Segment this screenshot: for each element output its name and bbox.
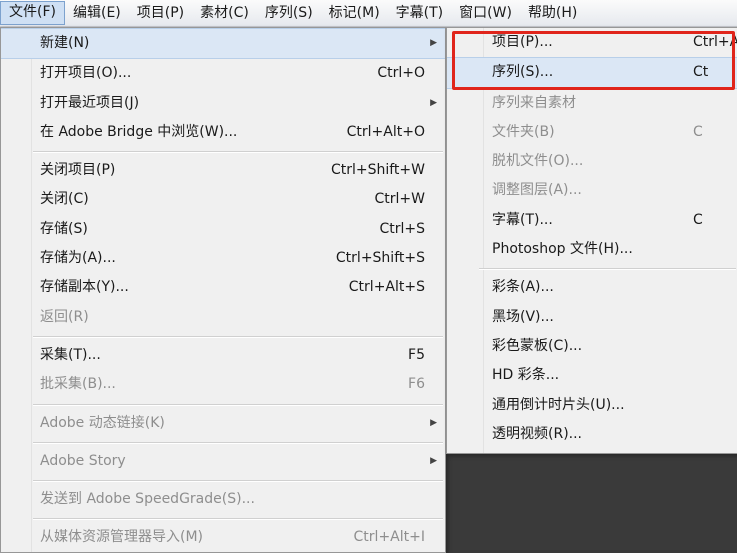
menu-separator: [1, 332, 445, 341]
menu-item-label: Adobe Story: [40, 452, 126, 469]
menu-item-close[interactable]: 关闭(C) Ctrl+W: [1, 185, 445, 214]
new-submenu: 项目(P)... Ctrl+A 序列(S)... Ct 序列来自素材 文件夹(B…: [446, 27, 737, 454]
submenu-arrow-icon: ▶: [430, 417, 437, 428]
menu-item-label: 采集(T)...: [40, 346, 101, 363]
submenu-arrow-icon: ▶: [430, 38, 437, 48]
menu-marker[interactable]: 标记(M): [321, 2, 388, 24]
menu-item-batch-capture: 批采集(B)... F6: [1, 370, 445, 399]
menu-item-open-recent[interactable]: 打开最近项目(J) ▶: [1, 89, 445, 118]
menu-separator: [1, 400, 445, 409]
highlight-annotation-box: [452, 31, 735, 90]
menu-item-shortcut: Ctrl+Alt+I: [353, 529, 425, 546]
menu-file[interactable]: 文件(F): [0, 1, 65, 25]
menu-item-label: 黑场(V)...: [492, 308, 554, 325]
menu-separator: [1, 476, 445, 485]
menu-item-label: Photoshop 文件(H)...: [492, 241, 633, 258]
menu-item-label: 调整图层(A)...: [492, 182, 582, 199]
submenu-item-title[interactable]: 字幕(T)... C: [447, 206, 737, 235]
menu-separator: [1, 147, 445, 156]
menu-item-label: 发送到 Adobe SpeedGrade(S)...: [40, 491, 255, 508]
menu-title[interactable]: 字幕(T): [388, 2, 451, 24]
file-menu: 新建(N) ▶ 打开项目(O)... Ctrl+O 打开最近项目(J) ▶ 在 …: [0, 27, 446, 553]
menu-item-shortcut: F5: [408, 346, 425, 363]
menu-item-shortcut: Ctrl+Alt+O: [346, 123, 425, 140]
submenu-item-hd-bars[interactable]: HD 彩条...: [447, 361, 737, 390]
menu-item-label: 返回(R): [40, 308, 89, 325]
menu-item-label: 透明视频(R)...: [492, 425, 583, 442]
menu-item-label: 文件夹(B): [492, 123, 555, 140]
menu-item-label: 新建(N): [40, 35, 90, 51]
submenu-item-color-matte[interactable]: 彩色蒙板(C)...: [447, 332, 737, 361]
menu-separator: [1, 438, 445, 447]
menu-edit[interactable]: 编辑(E): [65, 2, 129, 24]
menu-item-label: 在 Adobe Bridge 中浏览(W)...: [40, 123, 238, 140]
menu-item-shortcut: Ctrl+O: [377, 65, 425, 82]
submenu-item-black-video[interactable]: 黑场(V)...: [447, 303, 737, 332]
menu-item-shortcut: Ctrl+W: [374, 191, 425, 208]
menu-item-label: 打开最近项目(J): [40, 94, 140, 111]
submenu-item-countdown-leader[interactable]: 通用倒计时片头(U)...: [447, 391, 737, 420]
submenu-item-photoshop-file[interactable]: Photoshop 文件(H)...: [447, 235, 737, 264]
menu-item-open-project[interactable]: 打开项目(O)... Ctrl+O: [1, 59, 445, 88]
menu-item-label: 脱机文件(O)...: [492, 153, 584, 170]
submenu-item-bars-tone[interactable]: 彩条(A)...: [447, 273, 737, 302]
menu-item-label: 存储(S): [40, 220, 88, 237]
menu-item-send-speedgrade: 发送到 Adobe SpeedGrade(S)...: [1, 485, 445, 514]
menu-item-label: 关闭项目(P): [40, 162, 116, 179]
menu-item-shortcut: C: [693, 211, 703, 228]
menu-separator: [447, 264, 737, 273]
menu-window[interactable]: 窗口(W): [451, 2, 520, 24]
menu-item-shortcut: Ctrl+Shift+W: [330, 162, 425, 179]
menu-item-shortcut: Ctrl+S: [379, 220, 425, 237]
menu-help[interactable]: 帮助(H): [520, 2, 585, 24]
menu-item-shortcut: Ctrl+Alt+S: [348, 279, 425, 296]
menu-item-revert: 返回(R): [1, 303, 445, 332]
menu-item-browse-bridge[interactable]: 在 Adobe Bridge 中浏览(W)... Ctrl+Alt+O: [1, 118, 445, 147]
menu-item-label: 存储副本(Y)...: [40, 279, 129, 296]
menu-item-label: HD 彩条...: [492, 367, 560, 384]
menu-item-dynamic-link: Adobe 动态链接(K) ▶: [1, 409, 445, 438]
menu-item-new[interactable]: 新建(N) ▶: [1, 28, 445, 60]
menu-item-label: 彩色蒙板(C)...: [492, 337, 583, 354]
menu-item-label: Adobe 动态链接(K): [40, 414, 165, 431]
submenu-item-transparent-video[interactable]: 透明视频(R)...: [447, 420, 737, 449]
submenu-item-folder: 文件夹(B) C: [447, 118, 737, 147]
menu-item-shortcut: Ctrl+Shift+S: [335, 250, 425, 267]
submenu-item-adjustment-layer: 调整图层(A)...: [447, 176, 737, 205]
menu-item-import-media-browser: 从媒体资源管理器导入(M) Ctrl+Alt+I: [1, 523, 445, 552]
menu-item-label: 通用倒计时片头(U)...: [492, 396, 625, 413]
menu-item-label: 从媒体资源管理器导入(M): [40, 529, 204, 546]
menu-clip[interactable]: 素材(C): [192, 2, 257, 24]
menu-item-capture[interactable]: 采集(T)... F5: [1, 341, 445, 370]
menu-item-save-as[interactable]: 存储为(A)... Ctrl+Shift+S: [1, 244, 445, 273]
menu-item-shortcut: F6: [408, 376, 425, 393]
menu-item-close-project[interactable]: 关闭项目(P) Ctrl+Shift+W: [1, 156, 445, 185]
menu-item-label: 关闭(C): [40, 191, 89, 208]
menu-item-label: 彩条(A)...: [492, 279, 554, 296]
menu-item-save[interactable]: 存储(S) Ctrl+S: [1, 215, 445, 244]
menu-sequence[interactable]: 序列(S): [257, 2, 321, 24]
menu-bar: 文件(F) 编辑(E) 项目(P) 素材(C) 序列(S) 标记(M) 字幕(T…: [0, 0, 737, 27]
menu-item-save-copy[interactable]: 存储副本(Y)... Ctrl+Alt+S: [1, 273, 445, 302]
submenu-arrow-icon: ▶: [430, 455, 437, 466]
menu-project[interactable]: 项目(P): [129, 2, 192, 24]
submenu-item-offline-file: 脱机文件(O)...: [447, 147, 737, 176]
menu-item-adobe-story: Adobe Story ▶: [1, 447, 445, 476]
menu-item-label: 序列来自素材: [492, 94, 576, 111]
menu-item-label: 字幕(T)...: [492, 211, 553, 228]
menu-separator: [1, 514, 445, 523]
menu-item-label: 打开项目(O)...: [40, 65, 132, 82]
submenu-arrow-icon: ▶: [430, 97, 437, 108]
menu-item-label: 批采集(B)...: [40, 376, 116, 393]
menu-item-label: 存储为(A)...: [40, 250, 116, 267]
menu-item-shortcut: C: [693, 123, 703, 140]
submenu-item-sequence-from-clip: 序列来自素材: [447, 89, 737, 118]
